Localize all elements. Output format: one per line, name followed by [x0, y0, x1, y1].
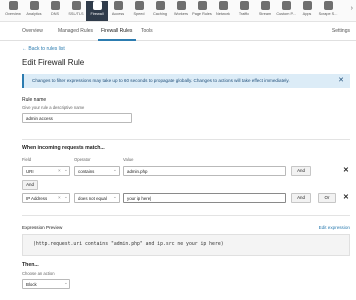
expression-preview-label: Expression Preview: [22, 225, 63, 230]
page-rules-icon: [197, 1, 207, 10]
notice-text: Changes to filter expressions may take u…: [32, 78, 290, 83]
nav-label: Overview: [5, 12, 21, 16]
divider: [22, 215, 350, 216]
tab-tools[interactable]: Tools: [141, 28, 153, 34]
page-title: Edit Firewall Rule: [22, 58, 85, 67]
nav-item-network[interactable]: Network: [212, 1, 234, 21]
dns-icon: [50, 1, 60, 10]
active-tab-indicator: [98, 39, 136, 41]
value-column-header: Value: [123, 157, 134, 162]
rule-name-hint: Give your rule a descriptive name: [22, 105, 85, 110]
nav-label: Page Rules: [192, 12, 212, 16]
nav-label: Firewall: [90, 12, 104, 16]
value-input[interactable]: your ip here|: [123, 193, 286, 203]
firewall-icon: [92, 1, 102, 10]
nav-label: Caching: [153, 12, 167, 16]
chevron-down-icon[interactable]: ⌄: [64, 280, 68, 286]
nav-more-icon[interactable]: ›: [351, 5, 353, 12]
edit-expression-link[interactable]: Edit expression: [319, 225, 350, 230]
scrape-shield-icon: [323, 1, 333, 10]
nav-item-analytics[interactable]: Analytics: [23, 1, 45, 21]
operator-column-header: Operator: [74, 157, 91, 162]
nav-item-overview[interactable]: Overview: [2, 1, 24, 21]
propagation-notice: Changes to filter expressions may take u…: [22, 74, 350, 88]
nav-label: Stream: [258, 12, 272, 16]
action-hint: Choose an action: [22, 271, 55, 276]
rule-name-label: Rule name: [22, 97, 47, 103]
nav-item-apps[interactable]: Apps: [296, 1, 318, 21]
speed-icon: [134, 1, 144, 10]
firewall-tabs: Overview Managed Rules Firewall Rules To…: [0, 22, 356, 41]
nav-label: DNS: [50, 12, 60, 16]
nav-item-access[interactable]: Access: [107, 1, 129, 21]
nav-item-page-rules[interactable]: Page Rules: [191, 1, 213, 21]
nav-item-scrape-shield[interactable]: Scrape S...: [317, 1, 339, 21]
nav-item-traffic[interactable]: Traffic: [233, 1, 255, 21]
nav-label: Apps: [302, 12, 312, 16]
nav-label: Speed: [133, 12, 145, 16]
and-button[interactable]: And: [291, 166, 311, 176]
chevron-down-icon[interactable]: ⌄: [64, 194, 68, 200]
tab-overview[interactable]: Overview: [22, 28, 43, 34]
then-heading: Then...: [22, 262, 39, 268]
custom-pages-icon: [281, 1, 291, 10]
tab-managed-rules[interactable]: Managed Rules: [58, 28, 93, 34]
field-column-header: Field: [22, 157, 32, 162]
apps-icon: [302, 1, 312, 10]
nav-label: Traffic: [238, 12, 250, 16]
chevron-down-icon[interactable]: ⌄: [113, 194, 117, 200]
delete-condition-icon[interactable]: ✕: [343, 166, 349, 174]
nav-item-ssl-tls[interactable]: SSL/TLS: [65, 1, 87, 21]
expression-text: (http.request.uri contains "admin.php" a…: [33, 242, 224, 247]
stream-icon: [260, 1, 270, 10]
analytics-icon: [29, 1, 39, 10]
match-heading: When incoming requests match...: [22, 145, 105, 151]
close-icon[interactable]: ✕: [338, 76, 344, 84]
chevron-down-icon[interactable]: ⌄: [113, 167, 117, 173]
nav-item-firewall[interactable]: Firewall: [86, 1, 108, 21]
traffic-icon: [239, 1, 249, 10]
nav-item-caching[interactable]: Caching: [149, 1, 171, 21]
action-select[interactable]: Block: [22, 279, 70, 289]
top-icon-bar: Overview Analytics DNS SSL/TLS Firewall …: [0, 0, 356, 22]
nav-label: Network: [216, 12, 230, 16]
nav-item-custom-pages[interactable]: Custom P...: [275, 1, 297, 21]
nav-label: Access: [111, 12, 125, 16]
delete-condition-icon[interactable]: ✕: [343, 193, 349, 201]
lock-icon: [71, 1, 81, 10]
nav-label: Scrape S...: [318, 12, 338, 16]
access-icon: [113, 1, 123, 10]
tab-firewall-rules[interactable]: Firewall Rules: [101, 28, 132, 34]
back-to-rules-link[interactable]: ← Back to rules list: [22, 46, 65, 52]
overview-icon: [8, 1, 18, 10]
and-connector-button[interactable]: And: [22, 180, 38, 190]
network-icon: [218, 1, 228, 10]
nav-label: Custom P...: [276, 12, 296, 16]
nav-item-dns[interactable]: DNS: [44, 1, 66, 21]
caching-icon: [155, 1, 165, 10]
divider: [22, 139, 350, 140]
or-button[interactable]: Or: [318, 193, 336, 203]
rule-name-input[interactable]: admin access: [22, 113, 132, 123]
and-button[interactable]: And: [291, 193, 311, 203]
value-input[interactable]: admin.php: [123, 166, 286, 176]
settings-link[interactable]: Settings: [332, 28, 350, 34]
clear-icon[interactable]: ×: [58, 195, 61, 200]
nav-label: Analytics: [26, 12, 42, 16]
nav-item-workers[interactable]: Workers: [170, 1, 192, 21]
nav-item-speed[interactable]: Speed: [128, 1, 150, 21]
nav-label: SSL/TLS: [68, 12, 84, 16]
expression-preview: (http.request.uri contains "admin.php" a…: [22, 234, 350, 256]
chevron-down-icon[interactable]: ⌄: [64, 167, 68, 173]
nav-item-stream[interactable]: Stream: [254, 1, 276, 21]
clear-icon[interactable]: ×: [58, 168, 61, 173]
nav-label: Workers: [173, 12, 189, 16]
field-select[interactable]: URI: [22, 166, 70, 176]
field-select[interactable]: IP Address: [22, 193, 70, 203]
workers-icon: [176, 1, 186, 10]
